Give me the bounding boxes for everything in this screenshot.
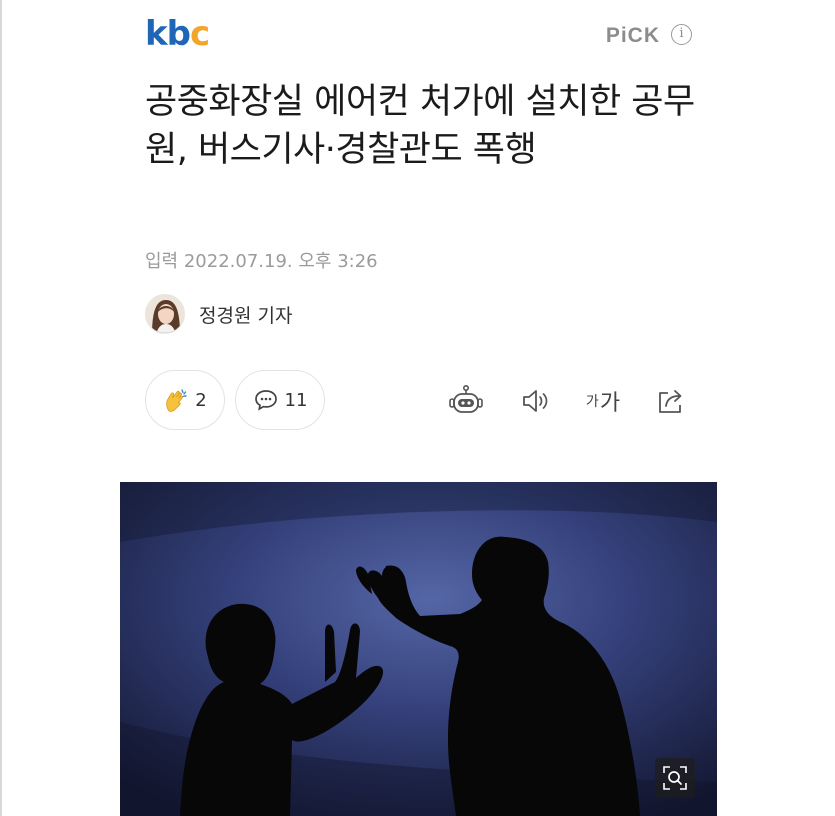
text-to-speech-button[interactable] [515, 380, 557, 422]
photo-zoom-button[interactable] [655, 758, 695, 798]
font-size-small-glyph: 가 [585, 394, 599, 410]
violence-silhouette-illustration [120, 482, 717, 816]
pick-label[interactable]: PiCK [606, 24, 660, 48]
date-label: 입력 [145, 251, 179, 272]
like-count: 2 [195, 389, 207, 411]
share-icon [659, 390, 682, 413]
reporter-byline[interactable]: 정경원 기자 [145, 294, 292, 334]
date-value: 2022.07.19. 오후 3:26 [183, 251, 378, 272]
avatar[interactable] [145, 294, 185, 334]
comment-button[interactable]: 11 [235, 370, 325, 430]
summary-bot-button[interactable] [445, 380, 487, 422]
logo-letter-k: k [145, 14, 168, 54]
robot-icon [449, 384, 483, 413]
article-headline: 공중화장실 에어컨 처가에 설치한 공무원, 버스기사·경찰관도 폭행 [145, 82, 695, 170]
window-edge [0, 0, 2, 816]
info-icon[interactable]: i [671, 24, 692, 45]
like-button[interactable]: 2 [145, 370, 225, 430]
article-photo[interactable] [120, 482, 717, 816]
font-size-large-glyph: 가 [599, 391, 621, 416]
logo-letter-b: b [166, 14, 191, 54]
avatar-photo [146, 295, 184, 333]
clap-icon [166, 389, 187, 412]
zoom-icon [663, 766, 687, 790]
comment-icon [254, 390, 277, 411]
top-bar: kbc PiCK i [0, 0, 835, 70]
font-size-button[interactable]: 가가 [580, 380, 626, 422]
publish-date: 입력 2022.07.19. 오후 3:26 [145, 249, 378, 275]
comment-count: 11 [284, 389, 308, 411]
speaker-icon [523, 390, 548, 412]
kbc-logo[interactable]: kbc [145, 14, 210, 54]
share-button[interactable] [650, 380, 692, 422]
reporter-name[interactable]: 정경원 기자 [199, 301, 292, 328]
logo-letter-c: c [189, 14, 210, 54]
